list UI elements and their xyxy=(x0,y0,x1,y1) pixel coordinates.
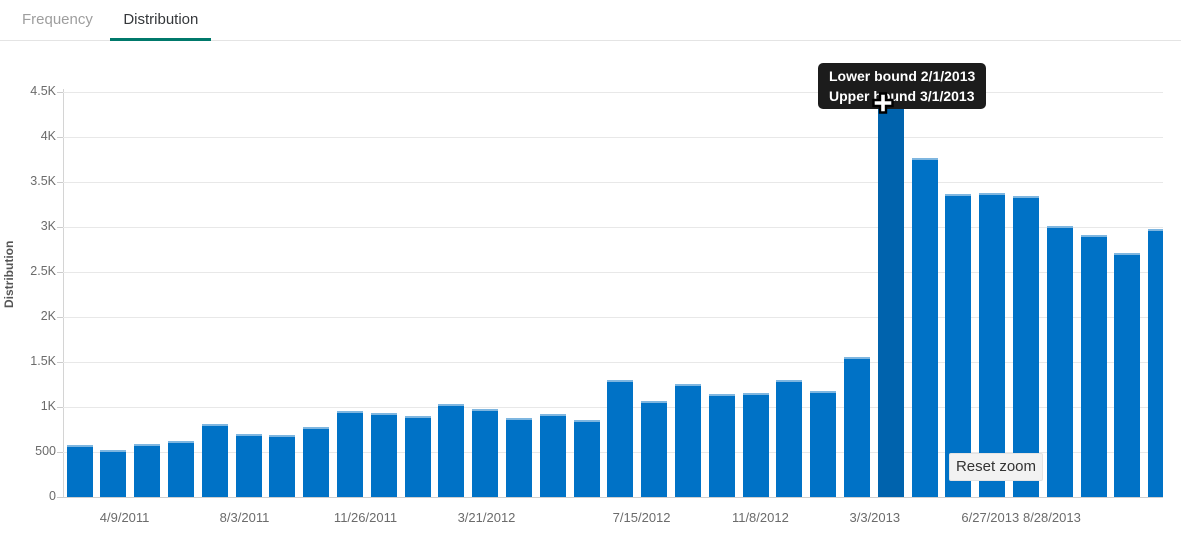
y-tick-mark xyxy=(57,497,63,498)
y-tick-mark xyxy=(57,362,63,363)
bar[interactable] xyxy=(1013,196,1039,497)
bar[interactable] xyxy=(607,380,633,497)
bar[interactable] xyxy=(743,393,769,497)
x-tick-label: 6/27/2013 xyxy=(961,510,1019,525)
y-tick-label: 3.5K xyxy=(12,174,56,188)
y-tick-label: 4K xyxy=(12,129,56,143)
gridline xyxy=(63,137,1163,138)
bar[interactable] xyxy=(945,194,971,497)
y-tick-label: 4.5K xyxy=(12,84,56,98)
bar[interactable] xyxy=(472,409,498,497)
tooltip-upper-bound: Upper bound 3/1/2013 xyxy=(829,86,975,106)
bar[interactable] xyxy=(574,420,600,497)
bar[interactable] xyxy=(405,416,431,497)
tab-distribution[interactable]: Distribution xyxy=(110,0,211,41)
gridline xyxy=(63,92,1163,93)
bar[interactable] xyxy=(1148,229,1163,497)
bar[interactable] xyxy=(269,435,295,497)
bar[interactable] xyxy=(540,414,566,497)
bar[interactable] xyxy=(709,394,735,497)
bar[interactable] xyxy=(675,384,701,497)
x-tick-label: 3/3/2013 xyxy=(849,510,900,525)
y-tick-mark xyxy=(57,272,63,273)
x-tick-label: 4/9/2011 xyxy=(100,510,150,525)
bar[interactable] xyxy=(371,413,397,497)
x-tick-label: 3/21/2012 xyxy=(458,510,516,525)
bar[interactable] xyxy=(776,380,802,497)
y-tick-mark xyxy=(57,182,63,183)
x-tick-label: 8/3/2011 xyxy=(220,510,270,525)
crosshair-cursor-icon xyxy=(872,92,894,114)
x-tick-label: 8/28/2013 xyxy=(1023,510,1081,525)
bar[interactable] xyxy=(134,444,160,497)
plot-area[interactable] xyxy=(63,92,1163,497)
y-tick-label: 0 xyxy=(12,489,56,503)
reset-zoom-button[interactable]: Reset zoom xyxy=(949,453,1043,481)
bar[interactable] xyxy=(1114,253,1140,497)
bar[interactable] xyxy=(844,357,870,497)
bar[interactable] xyxy=(641,401,667,497)
tab-frequency[interactable]: Frequency xyxy=(9,0,106,41)
x-tick-label: 7/15/2012 xyxy=(613,510,671,525)
y-tick-mark xyxy=(57,227,63,228)
y-tick-mark xyxy=(57,452,63,453)
y-tick-label: 2.5K xyxy=(12,264,56,278)
tab-bar: Frequency Distribution xyxy=(0,0,1181,41)
x-tick-label: 11/8/2012 xyxy=(732,510,789,525)
gridline xyxy=(63,182,1163,183)
y-tick-mark xyxy=(57,407,63,408)
chart-tooltip: Lower bound 2/1/2013 Upper bound 3/1/201… xyxy=(818,63,986,109)
tooltip-lower-bound: Lower bound 2/1/2013 xyxy=(829,66,975,86)
bar[interactable] xyxy=(202,424,228,497)
y-tick-mark xyxy=(57,317,63,318)
y-tick-label: 1K xyxy=(12,399,56,413)
bar[interactable] xyxy=(236,434,262,497)
bar[interactable] xyxy=(100,450,126,497)
bar[interactable] xyxy=(979,193,1005,497)
y-tick-mark xyxy=(57,137,63,138)
x-tick-label: 11/26/2011 xyxy=(334,510,397,525)
bar[interactable] xyxy=(438,404,464,497)
bar[interactable] xyxy=(878,100,904,497)
bar[interactable] xyxy=(1081,235,1107,497)
y-tick-label: 3K xyxy=(12,219,56,233)
bar[interactable] xyxy=(506,418,532,497)
bar[interactable] xyxy=(168,441,194,497)
x-axis-line xyxy=(63,497,1163,498)
y-tick-label: 500 xyxy=(12,444,56,458)
y-tick-mark xyxy=(57,92,63,93)
distribution-chart: Distribution 0 500 1K 1.5K 2K 2.5K 3K 3.5K 4K 4.5… xyxy=(0,41,1181,539)
bar[interactable] xyxy=(337,411,363,497)
y-tick-label: 2K xyxy=(12,309,56,323)
y-axis-title: Distribution xyxy=(2,294,16,308)
bar[interactable] xyxy=(303,427,329,497)
bar[interactable] xyxy=(67,445,93,497)
bar[interactable] xyxy=(810,391,836,497)
bar[interactable] xyxy=(912,158,938,497)
y-tick-label: 1.5K xyxy=(12,354,56,368)
bar[interactable] xyxy=(1047,226,1073,497)
